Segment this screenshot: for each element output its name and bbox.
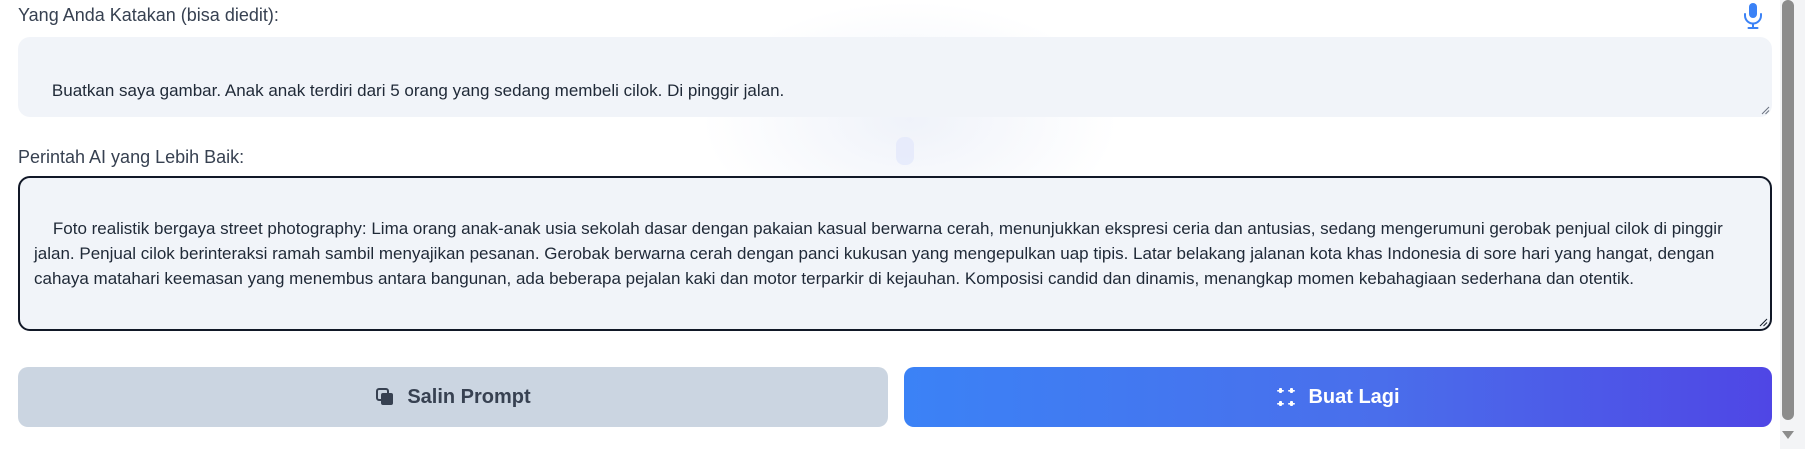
spoken-text-value: Buatkan saya gambar. Anak anak terdiri d… [51,81,785,100]
resize-handle-icon[interactable] [1760,105,1770,115]
regenerate-button[interactable]: Buat Lagi [904,367,1772,427]
regenerate-label: Buat Lagi [1308,385,1400,408]
sparkle-icon [1277,388,1296,406]
scrollbar-thumb[interactable] [1782,0,1794,420]
spoken-text-label: Yang Anda Katakan (bisa diedit): [18,5,279,25]
improved-prompt-label: Perintah AI yang Lebih Baik: [18,147,245,167]
improved-prompt-field[interactable]: Foto realistik bergaya street photograph… [18,176,1772,331]
microphone-icon[interactable] [1742,2,1764,30]
improved-prompt-value: Foto realistik bergaya street photograph… [34,219,1728,288]
scroll-down-arrow-icon[interactable] [1780,428,1796,442]
prompt-panel: Yang Anda Katakan (bisa diedit): Buatkan… [0,0,1780,449]
resize-handle-icon[interactable] [1758,317,1768,327]
copy-icon [376,388,394,405]
spoken-text-field[interactable]: Buatkan saya gambar. Anak anak terdiri d… [18,37,1772,117]
copy-prompt-button[interactable]: Salin Prompt [18,367,888,427]
copy-prompt-label: Salin Prompt [407,385,531,408]
